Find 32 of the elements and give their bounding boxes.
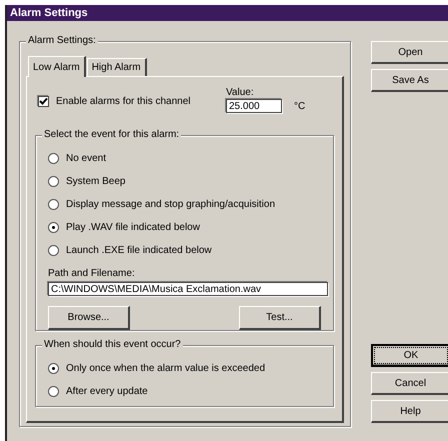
path-label: Path and Filename: [48,268,136,280]
push-button[interactable]: OK [371,344,448,367]
radio-label: Display message and stop graphing/acquisition [66,199,276,210]
unit-label: °C [294,100,306,112]
checkbox[interactable] [38,96,49,107]
window-title: Alarm Settings [7,5,448,21]
push-button[interactable]: Save As [371,69,448,92]
value-field[interactable]: 25.000 [226,99,282,113]
radio-label: Only once when the alarm value is exceeded [66,363,266,374]
push-button[interactable]: Open [371,41,448,64]
radio-label: Launch .EXE file indicated below [66,245,212,256]
checkbox-label: Enable alarms for this channel [56,96,191,107]
radio-label: Play .WAV file indicated below [66,222,200,233]
radio-button[interactable] [48,176,59,187]
radio-button[interactable] [48,386,59,397]
path-field[interactable]: C:\WINDOWS\MEDIA\Musica Exclamation.wav [48,282,328,296]
radio-button[interactable] [48,222,59,233]
radio-label: System Beep [66,176,126,187]
push-button[interactable]: Help [371,400,448,423]
radio-button[interactable] [48,153,59,164]
group-label: Alarm Settings: [26,35,98,47]
radio-button[interactable] [48,199,59,210]
push-button[interactable]: Test... [239,306,321,330]
radio-button[interactable] [48,245,59,256]
radio-label: After every update [66,386,148,397]
push-button[interactable]: Browse... [48,306,130,330]
radio-button[interactable] [48,363,59,374]
push-button[interactable]: Cancel [371,372,448,395]
value-label: Value: [226,87,255,98]
radio-label: No event [66,153,106,164]
tab[interactable]: Low Alarm [28,56,86,77]
tab[interactable]: High Alarm [86,58,147,76]
